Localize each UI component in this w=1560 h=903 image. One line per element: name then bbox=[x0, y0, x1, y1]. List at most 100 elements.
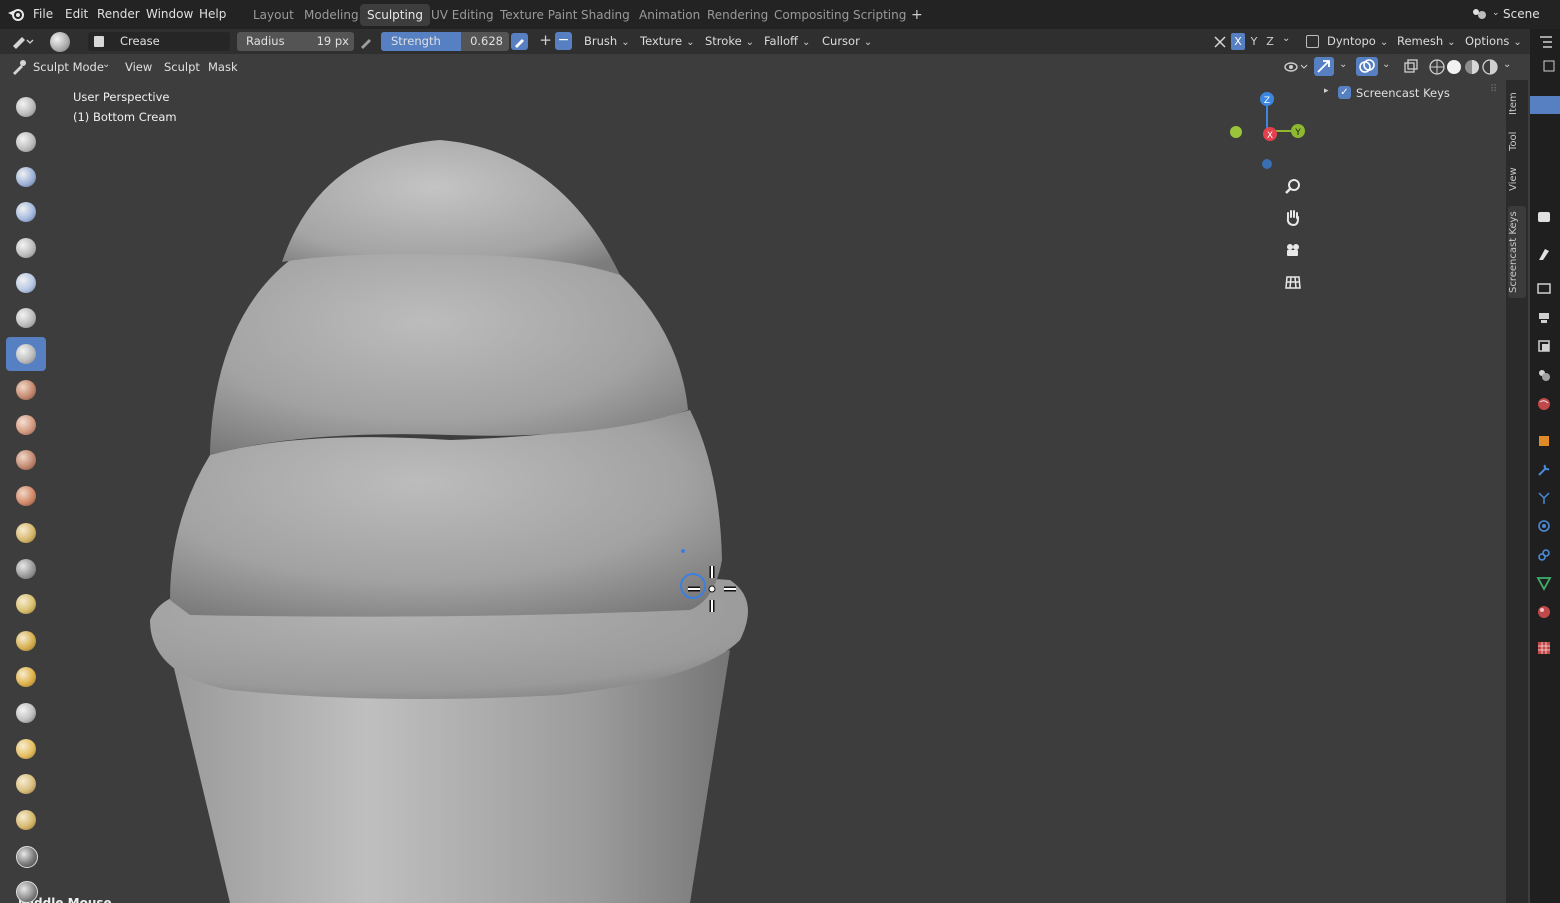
tool-rotate[interactable] bbox=[6, 839, 46, 873]
brush-dropdown[interactable]: Brush bbox=[580, 32, 634, 51]
tab-rendering[interactable]: Rendering bbox=[700, 4, 775, 26]
menu-file[interactable]: File bbox=[33, 7, 53, 21]
zoom-icon[interactable] bbox=[1281, 175, 1305, 199]
symmetry-y-toggle[interactable]: Y bbox=[1247, 33, 1261, 50]
tool-draw[interactable] bbox=[6, 90, 46, 124]
stroke-dropdown[interactable]: Stroke bbox=[701, 32, 759, 51]
tool-multiplane-scrape[interactable] bbox=[6, 552, 46, 586]
output-properties-icon[interactable] bbox=[1536, 310, 1552, 326]
tool-properties-icon[interactable] bbox=[1536, 209, 1552, 225]
physics-properties-icon[interactable] bbox=[1536, 518, 1552, 534]
tool-pose[interactable] bbox=[6, 767, 46, 801]
tool-settings-icon[interactable] bbox=[10, 33, 34, 50]
camera-view-icon[interactable] bbox=[1281, 238, 1305, 262]
tool-flatten[interactable] bbox=[6, 443, 46, 477]
tab-shading[interactable]: Shading bbox=[574, 4, 637, 26]
navigation-gizmo[interactable]: Z Y X bbox=[1222, 86, 1312, 176]
tab-compositing[interactable]: Compositing bbox=[767, 4, 856, 26]
menu-render[interactable]: Render bbox=[97, 7, 140, 21]
overlay-chevron-icon[interactable]: ⌄ bbox=[1382, 59, 1390, 70]
tab-modeling[interactable]: Modeling bbox=[297, 4, 366, 26]
gizmo-toggle-button[interactable] bbox=[1314, 57, 1334, 76]
rendered-shading-icon[interactable] bbox=[1481, 58, 1499, 76]
brush-properties-icon[interactable] bbox=[1536, 246, 1552, 262]
constraints-properties-icon[interactable] bbox=[1536, 547, 1552, 563]
tab-screencast-keys[interactable]: Screencast Keys bbox=[1508, 206, 1526, 298]
visibility-toggle-icon[interactable] bbox=[1283, 59, 1309, 75]
tool-inflate[interactable] bbox=[6, 301, 46, 335]
tool-mask[interactable] bbox=[6, 874, 46, 903]
tab-uv-editing[interactable]: UV Editing bbox=[424, 4, 501, 26]
tool-grab[interactable] bbox=[6, 624, 46, 658]
tool-layer[interactable] bbox=[6, 266, 46, 300]
filter-icon[interactable] bbox=[1542, 59, 1556, 73]
tab-view[interactable]: View bbox=[1508, 163, 1526, 195]
radius-pressure-icon[interactable] bbox=[359, 34, 374, 49]
overlay-toggle-button[interactable] bbox=[1356, 57, 1378, 76]
tool-blob[interactable] bbox=[6, 373, 46, 407]
render-properties-icon[interactable] bbox=[1536, 280, 1552, 296]
tool-thumb[interactable] bbox=[6, 732, 46, 766]
symmetry-x-toggle[interactable]: X bbox=[1231, 33, 1245, 50]
modifier-properties-icon[interactable] bbox=[1536, 462, 1552, 478]
menu-mask[interactable]: Mask bbox=[208, 60, 238, 74]
view-layer-properties-icon[interactable] bbox=[1536, 338, 1552, 354]
xray-icon[interactable] bbox=[1402, 58, 1420, 76]
material-properties-icon[interactable] bbox=[1536, 604, 1552, 620]
tab-animation[interactable]: Animation bbox=[632, 4, 707, 26]
brush-name-field[interactable]: Crease bbox=[88, 32, 230, 51]
tool-pinch[interactable] bbox=[6, 587, 46, 621]
viewport-model[interactable] bbox=[0, 80, 1506, 903]
mode-chevron-icon[interactable]: ⌄ bbox=[102, 59, 110, 70]
tool-fill[interactable] bbox=[6, 479, 46, 513]
material-shading-icon[interactable] bbox=[1463, 58, 1481, 76]
remesh-dropdown[interactable]: Remesh bbox=[1393, 32, 1460, 51]
texture-properties-icon[interactable] bbox=[1536, 640, 1552, 656]
pan-hand-icon[interactable] bbox=[1281, 206, 1305, 230]
blender-logo-icon[interactable] bbox=[7, 6, 25, 22]
tab-tool[interactable]: Tool bbox=[1508, 126, 1526, 156]
tool-scrape[interactable] bbox=[6, 516, 46, 550]
strength-pressure-button[interactable] bbox=[511, 33, 528, 50]
object-properties-icon[interactable] bbox=[1536, 433, 1552, 449]
tool-elastic-deform[interactable] bbox=[6, 660, 46, 694]
scene-properties-icon[interactable] bbox=[1536, 367, 1552, 383]
mode-selector[interactable]: Sculpt Mode bbox=[33, 60, 104, 74]
brush-preview-icon[interactable] bbox=[50, 32, 70, 52]
tool-clay[interactable] bbox=[6, 160, 46, 194]
tool-clay-thumb[interactable] bbox=[6, 231, 46, 265]
tool-clay-strips[interactable] bbox=[6, 195, 46, 229]
panel-drag-handle[interactable]: ⠿ bbox=[1490, 84, 1497, 95]
direction-subtract-button[interactable]: − bbox=[555, 32, 572, 50]
tab-layout[interactable]: Layout bbox=[246, 4, 301, 26]
outliner-icon[interactable] bbox=[1538, 34, 1556, 50]
world-properties-icon[interactable] bbox=[1536, 396, 1552, 412]
symmetry-icon[interactable] bbox=[1212, 34, 1228, 50]
data-properties-icon[interactable] bbox=[1536, 575, 1552, 591]
tool-crease[interactable] bbox=[6, 337, 46, 371]
tool-smooth[interactable] bbox=[6, 408, 46, 442]
texture-dropdown[interactable]: Texture bbox=[636, 32, 699, 51]
strength-field[interactable]: Strength 0.628 bbox=[381, 32, 509, 51]
ortho-grid-icon[interactable] bbox=[1281, 270, 1305, 294]
menu-edit[interactable]: Edit bbox=[65, 7, 88, 21]
tool-snake-hook[interactable] bbox=[6, 696, 46, 730]
shading-chevron-icon[interactable]: ⌄ bbox=[1503, 59, 1511, 70]
symmetry-options-chevron-icon[interactable]: ⌄ bbox=[1282, 33, 1290, 44]
add-workspace-button[interactable]: + bbox=[904, 4, 930, 26]
direction-add-button[interactable]: + bbox=[538, 31, 553, 51]
menu-sculpt[interactable]: Sculpt bbox=[164, 60, 200, 74]
symmetry-z-toggle[interactable]: Z bbox=[1263, 33, 1277, 50]
tool-nudge[interactable] bbox=[6, 803, 46, 837]
falloff-dropdown[interactable]: Falloff bbox=[760, 32, 815, 51]
solid-shading-icon[interactable] bbox=[1445, 58, 1463, 76]
cursor-dropdown[interactable]: Cursor bbox=[818, 32, 877, 51]
screencast-keys-panel-header[interactable]: ▸ ✓ Screencast Keys ⠿ bbox=[1316, 82, 1504, 104]
gizmo-chevron-icon[interactable]: ⌄ bbox=[1339, 59, 1347, 70]
dyntopo-checkbox[interactable] bbox=[1306, 35, 1319, 48]
menu-help[interactable]: Help bbox=[199, 7, 226, 21]
options-dropdown[interactable]: Options bbox=[1461, 32, 1526, 51]
menu-view[interactable]: View bbox=[125, 60, 152, 74]
screencast-keys-checkbox[interactable]: ✓ bbox=[1338, 86, 1351, 99]
dyntopo-dropdown[interactable]: Dyntopo bbox=[1323, 32, 1393, 51]
